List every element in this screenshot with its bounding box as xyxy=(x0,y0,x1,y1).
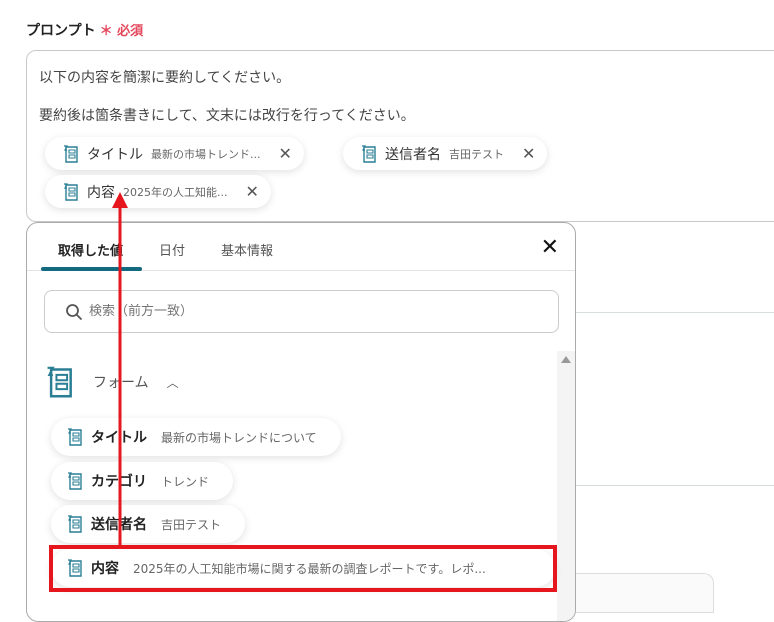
annotation-arrow xyxy=(112,192,128,548)
